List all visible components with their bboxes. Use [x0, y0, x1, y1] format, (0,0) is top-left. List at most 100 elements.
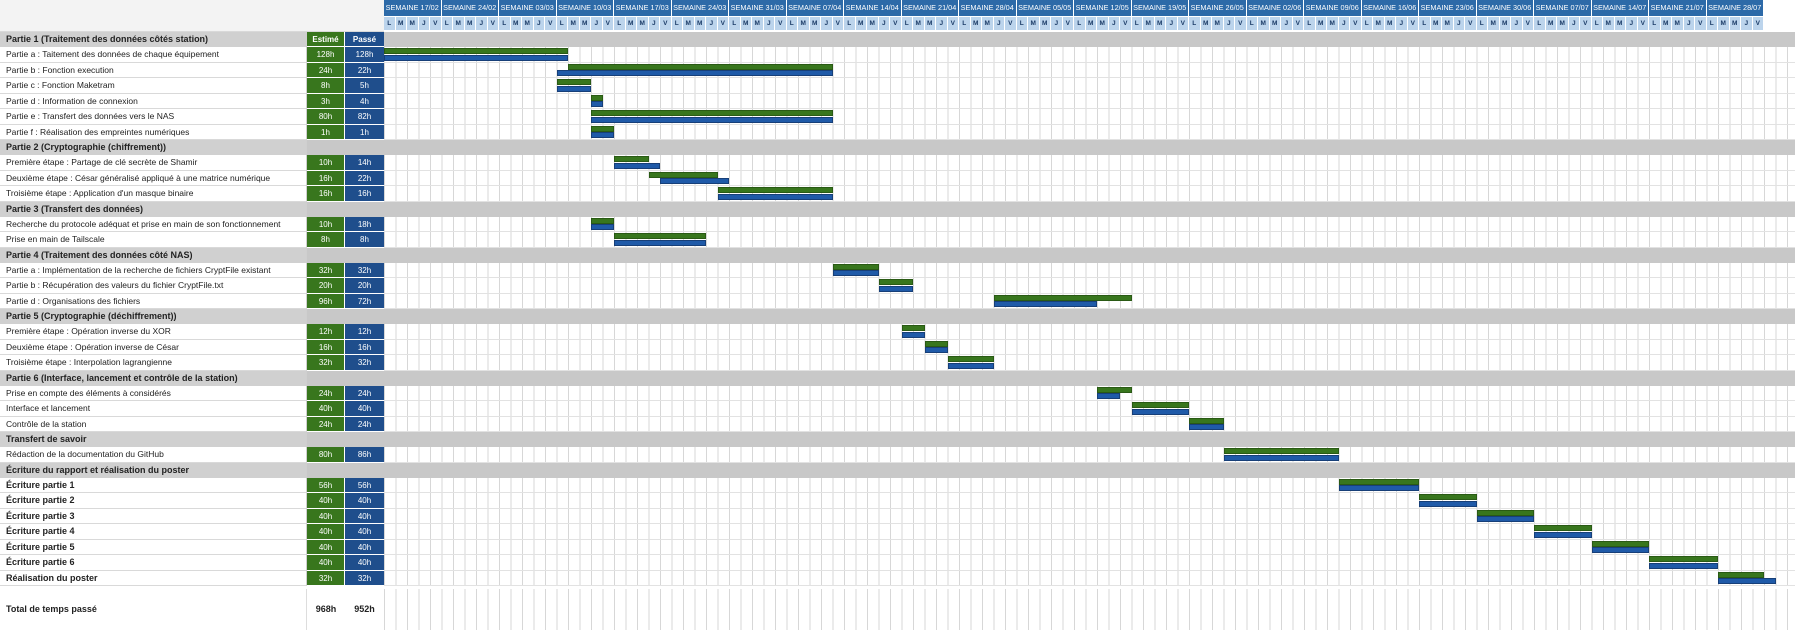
- day-letter: J: [993, 17, 1005, 30]
- day-letter: J: [1683, 17, 1695, 30]
- task-row: Recherche du protocole adéquat et prise …: [0, 216, 1795, 232]
- estime-value: 80h: [307, 447, 345, 463]
- actual-bar: [1534, 531, 1592, 538]
- task-name: Partie b : Fonction execution: [0, 62, 307, 78]
- day-letter: V: [1465, 17, 1477, 30]
- passe-value: 18h: [345, 216, 384, 232]
- estimated-bar: [591, 125, 614, 132]
- passe-value: 32h: [345, 262, 384, 278]
- day-letter: M: [510, 17, 522, 30]
- actual-bar: [591, 101, 603, 107]
- week-header: SEMAINE 07/07: [1534, 0, 1592, 16]
- day-letter: M: [1085, 17, 1097, 30]
- section-title: Transfert de savoir: [0, 432, 307, 447]
- total-grid: [384, 589, 1795, 630]
- passe-value: 16h: [345, 186, 384, 202]
- task-name: Troisième étape : Interpolation lagrangi…: [0, 355, 307, 371]
- task-row: Partie b : Récupération des valeurs du f…: [0, 278, 1795, 294]
- timeline-grid: [384, 401, 1795, 417]
- day-letter: M: [464, 17, 476, 30]
- day-letter: M: [1729, 17, 1741, 30]
- day-letter: M: [1499, 17, 1511, 30]
- day-letter: J: [1108, 17, 1120, 30]
- timeline-grid: [384, 355, 1795, 371]
- task-name: Recherche du protocole adéquat et prise …: [0, 216, 307, 232]
- estimated-bar: [1189, 417, 1224, 424]
- estimated-bar: [901, 325, 925, 331]
- passe-value: 40h: [345, 539, 384, 555]
- day-letter: L: [844, 17, 856, 30]
- estime-value: 20h: [307, 278, 345, 294]
- day-letter: J: [476, 17, 488, 30]
- day-letter: M: [1315, 17, 1327, 30]
- timeline-grid: [384, 186, 1795, 202]
- week-header: SEMAINE 28/07: [1706, 0, 1764, 16]
- estime-value: 128h: [307, 47, 345, 63]
- day-letter: M: [1557, 17, 1569, 30]
- section-title: Écriture du rapport et réalisation du po…: [0, 462, 307, 478]
- day-letter: V: [1120, 17, 1132, 30]
- day-letter: M: [1212, 17, 1224, 30]
- task-row: Troisième étape : Application d'un masqu…: [0, 186, 1795, 202]
- estime-value: 3h: [307, 93, 345, 109]
- estime-value: 1h: [307, 124, 345, 140]
- day-letter: M: [1442, 17, 1454, 30]
- task-row: Écriture partie 6 40h 40h: [0, 555, 1795, 571]
- passe-value: 5h: [345, 78, 384, 94]
- day-letter: V: [1177, 17, 1189, 30]
- day-letter: M: [1373, 17, 1385, 30]
- task-name: Partie a : Taitement des données de chaq…: [0, 47, 307, 63]
- day-letter: V: [717, 17, 729, 30]
- passe-value: 40h: [345, 508, 384, 524]
- task-row: Rédaction de la documentation du GitHub 8…: [0, 447, 1795, 463]
- task-name: Partie d : Information de connexion: [0, 93, 307, 109]
- task-name: Deuxième étape : César généralisé appliq…: [0, 170, 307, 186]
- week-header: SEMAINE 05/05: [1016, 0, 1074, 16]
- day-letter: M: [1154, 17, 1166, 30]
- section-band: [307, 247, 1795, 263]
- passe-value: 40h: [345, 524, 384, 540]
- estime-value: 40h: [307, 555, 345, 571]
- estimated-bar: [591, 94, 603, 101]
- estime-value: 96h: [307, 293, 345, 309]
- day-letter: M: [752, 17, 764, 30]
- week-header: SEMAINE 14/07: [1591, 0, 1649, 16]
- estimated-bar: [614, 233, 706, 239]
- actual-bar: [1476, 516, 1534, 522]
- passe-value: 56h: [345, 477, 384, 493]
- day-letter: M: [453, 17, 465, 30]
- day-letter: J: [1051, 17, 1063, 30]
- section-band: [307, 432, 1795, 447]
- day-letter: L: [1189, 17, 1201, 30]
- timeline-grid: [384, 278, 1795, 294]
- passe-value: 8h: [345, 232, 384, 248]
- day-letter: M: [395, 17, 407, 30]
- day-letter: L: [786, 17, 798, 30]
- estime-value: 16h: [307, 339, 345, 355]
- estime-value: 24h: [307, 416, 345, 432]
- passe-header: Passé: [345, 32, 384, 47]
- estime-value: 32h: [307, 570, 345, 586]
- estime-value: 10h: [307, 216, 345, 232]
- section-row: Partie 4 (Traitement des données côté NA…: [0, 247, 1795, 263]
- estimated-bar: [1534, 525, 1592, 531]
- task-name: Première étape : Opération inverse du XO…: [0, 324, 307, 340]
- timeline-grid: [384, 416, 1795, 432]
- estimated-bar: [1476, 509, 1534, 516]
- estimated-bar: [614, 156, 649, 162]
- task-row: Partie a : Taitement des données de chaq…: [0, 47, 1795, 63]
- passe-value: 40h: [345, 401, 384, 417]
- day-letter: J: [1741, 17, 1753, 30]
- estimated-bar: [1591, 540, 1649, 547]
- estimated-bar: [1223, 448, 1339, 454]
- day-letter: M: [683, 17, 695, 30]
- section-row: Partie 6 (Interface, lancement et contrô…: [0, 370, 1795, 386]
- task-name: Écriture partie 5: [0, 539, 307, 555]
- day-letter: M: [1718, 17, 1730, 30]
- week-header: SEMAINE 23/06: [1419, 0, 1477, 16]
- task-name: Interface et lancement: [0, 401, 307, 417]
- estimated-bar: [1338, 478, 1419, 485]
- section-band: [307, 309, 1795, 324]
- week-header: SEMAINE 30/06: [1476, 0, 1534, 16]
- section-title: Partie 3 (Transfert des données): [0, 201, 307, 217]
